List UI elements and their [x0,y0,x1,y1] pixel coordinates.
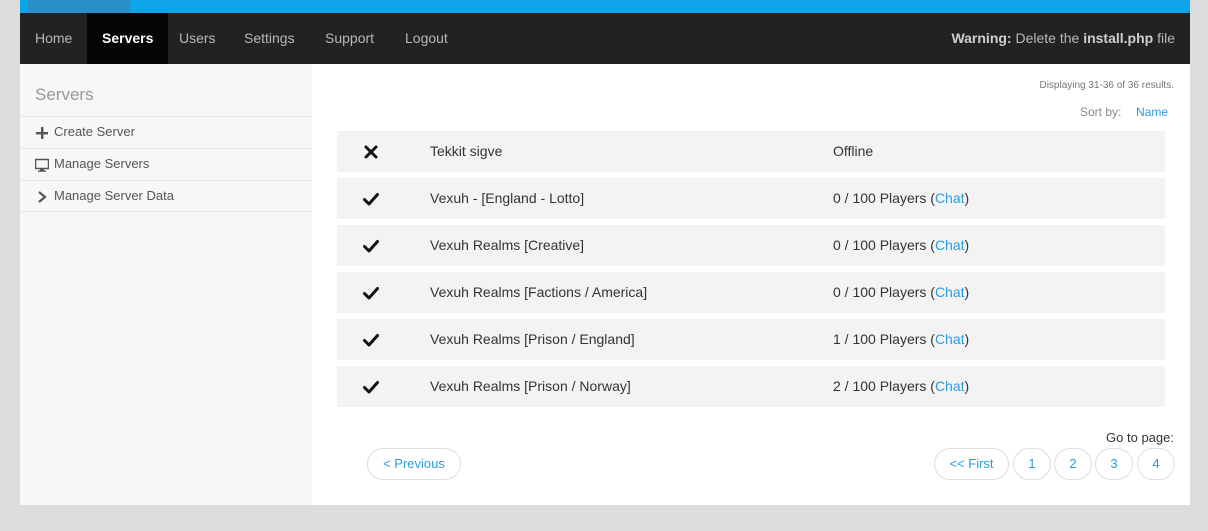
sidebar-title: Servers [35,85,94,104]
sidebar-item-label: Manage Servers [54,156,150,171]
player-count: 0 / 100 Players ( [833,284,935,300]
server-row[interactable]: Vexuh Realms [Factions / America] 0 / 10… [337,272,1165,313]
server-status: 2 / 100 Players (Chat) [833,366,969,407]
install-warning: Warning: Delete the install.php file [951,13,1175,64]
page-2-button[interactable]: 2 [1054,448,1092,480]
server-row[interactable]: Vexuh Realms [Creative] 0 / 100 Players … [337,225,1165,266]
sidebar: Servers Create Server Manage Servers Man… [20,64,312,505]
player-count: 1 / 100 Players ( [833,331,935,347]
warning-label: Warning: [951,30,1012,46]
sidebar-item-create-server[interactable]: Create Server [20,116,312,148]
plus-icon [35,126,49,140]
sort-by-name-link[interactable]: Name [1136,105,1168,119]
cross-icon [363,144,379,160]
results-info: Displaying 31-36 of 36 results. [1039,80,1174,91]
sort-label: Sort by: [1080,105,1122,119]
chat-link[interactable]: Chat [935,284,965,300]
previous-page-button[interactable]: < Previous [367,448,461,480]
paren-close: ) [964,331,970,347]
sidebar-item-label: Create Server [54,124,135,139]
server-name: Vexuh Realms [Creative] [430,237,585,253]
first-page-button[interactable]: << First [934,448,1009,480]
nav-logout[interactable]: Logout [390,13,463,64]
nav-users[interactable]: Users [164,13,231,64]
sidebar-item-manage-server-data[interactable]: Manage Server Data [20,180,312,212]
top-accent-bar [20,0,1190,13]
chat-link[interactable]: Chat [935,331,965,347]
nav-settings[interactable]: Settings [229,13,310,64]
sidebar-item-manage-servers[interactable]: Manage Servers [20,148,312,180]
nav-support[interactable]: Support [310,13,389,64]
server-status: Offline [833,131,873,172]
server-name: Vexuh Realms [Factions / America] [430,284,648,300]
server-status-text: Offline [833,143,874,159]
main-nav: Home Servers Users Settings Support Logo… [20,13,1190,64]
server-status: 0 / 100 Players (Chat) [833,225,969,266]
app-frame: Home Servers Users Settings Support Logo… [20,0,1190,505]
nav-home[interactable]: Home [20,13,87,64]
page-4-button[interactable]: 4 [1137,448,1175,480]
paren-close: ) [964,378,970,394]
player-count: 0 / 100 Players ( [833,190,935,206]
check-icon [363,285,379,301]
sidebar-item-label: Manage Server Data [54,188,174,203]
player-count: 2 / 100 Players ( [833,378,935,394]
player-count: 0 / 100 Players ( [833,237,935,253]
server-name: Vexuh - [England - Lotto] [430,190,585,206]
server-name: Vexuh Realms [Prison / Norway] [430,378,631,394]
paren-close: ) [964,237,970,253]
check-icon [363,379,379,395]
chat-link[interactable]: Chat [935,190,965,206]
check-icon [363,238,379,254]
main-content: Displaying 31-36 of 36 results. Sort by:… [312,64,1190,505]
page-1-button[interactable]: 1 [1013,448,1051,480]
page-3-button[interactable]: 3 [1095,448,1133,480]
warning-text-1: Delete the [1011,30,1084,46]
server-row[interactable]: Vexuh Realms [Prison / Norway] 2 / 100 P… [337,366,1165,407]
logo [28,0,130,13]
server-name: Tekkit sigve [430,143,503,159]
goto-page-label: Go to page: [1106,430,1174,445]
nav-servers[interactable]: Servers [87,13,169,64]
server-row[interactable]: Vexuh - [England - Lotto] 0 / 100 Player… [337,178,1165,219]
server-row[interactable]: Vexuh Realms [Prison / England] 1 / 100 … [337,319,1165,360]
server-status: 1 / 100 Players (Chat) [833,319,969,360]
server-row[interactable]: Tekkit sigve Offline [337,131,1165,172]
check-icon [363,332,379,348]
monitor-icon [35,158,49,172]
chat-link[interactable]: Chat [935,378,965,394]
check-icon [363,191,379,207]
server-status: 0 / 100 Players (Chat) [833,178,969,219]
paren-close: ) [964,190,970,206]
paren-close: ) [964,284,970,300]
chat-link[interactable]: Chat [935,237,965,253]
warning-file: install.php [1083,30,1154,46]
warning-text-2: file [1153,30,1175,46]
server-status: 0 / 100 Players (Chat) [833,272,969,313]
server-name: Vexuh Realms [Prison / England] [430,331,635,347]
chevron-right-icon [35,190,49,204]
